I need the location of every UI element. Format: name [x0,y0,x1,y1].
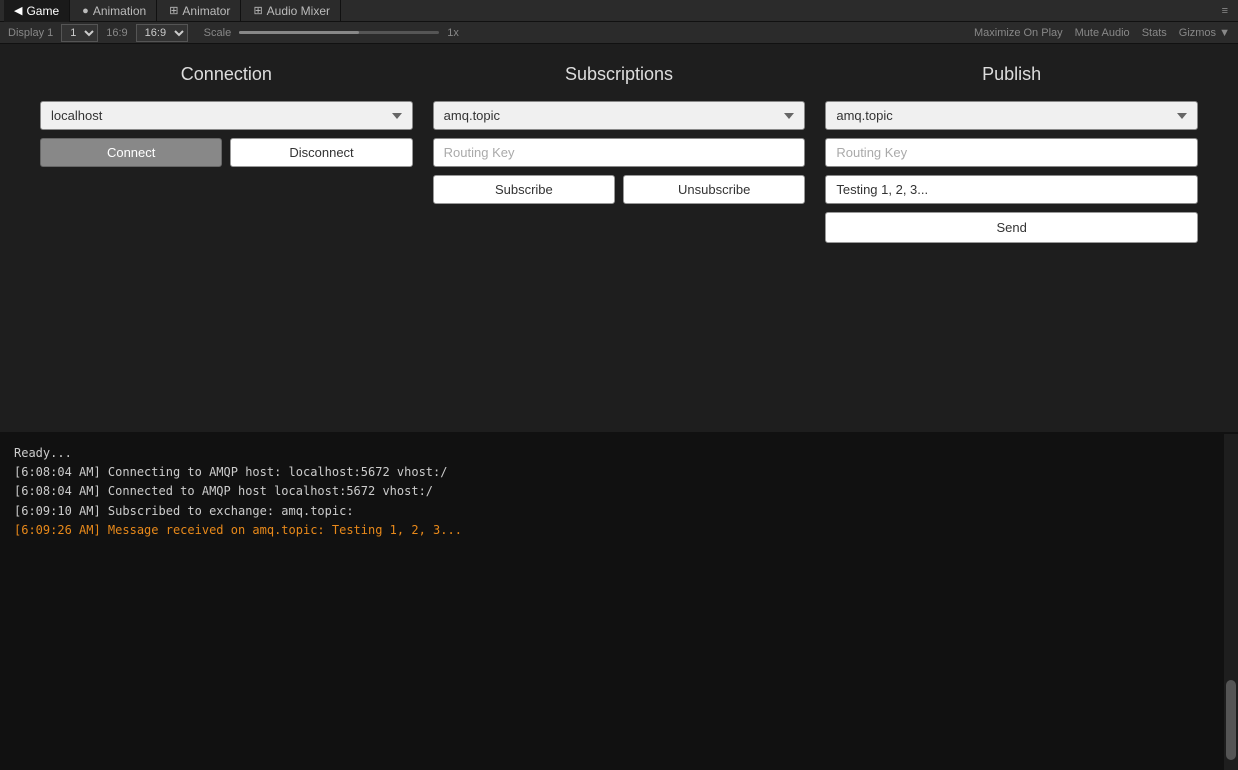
subscriptions-panel: Subscriptions amq.topic Subscribe Unsubs… [433,64,806,243]
log-line: [6:09:26 AM] Message received on amq.top… [14,521,1210,540]
connection-host-select[interactable]: localhost [40,101,413,130]
log-line: [6:08:04 AM] Connecting to AMQP host: lo… [14,463,1210,482]
log-line: Ready... [14,444,1210,463]
publish-exchange-select[interactable]: amq.topic [825,101,1198,130]
tab-audiomixer-label: Audio Mixer [267,4,330,18]
mute-audio-button[interactable]: Mute Audio [1075,27,1130,39]
scale-value: 1x [447,27,459,39]
scrollbar-thumb[interactable] [1226,680,1236,760]
tab-animator[interactable]: ⊞ Animator [159,0,241,22]
subscriptions-exchange-select[interactable]: amq.topic [433,101,806,130]
gizmos-button[interactable]: Gizmos ▼ [1179,27,1230,39]
tab-animation-label: Animation [93,4,146,18]
send-button[interactable]: Send [825,212,1198,243]
tab-animator-label: Animator [182,4,230,18]
subscriptions-routing-key-input[interactable] [433,138,806,167]
scale-bar[interactable] [239,31,439,34]
tab-game-label: Game [26,4,59,18]
log-area: Ready...[6:08:04 AM] Connecting to AMQP … [0,434,1224,770]
tab-game[interactable]: ◀ Game [4,0,70,22]
connection-panel: Connection localhost Connect Disconnect [40,64,413,243]
log-line: [6:08:04 AM] Connected to AMQP host loca… [14,482,1210,501]
connection-title: Connection [181,64,272,85]
unsubscribe-button[interactable]: Unsubscribe [623,175,805,204]
menu-icon[interactable]: ≡ [1222,5,1228,17]
bottom-panel: Ready...[6:08:04 AM] Connecting to AMQP … [0,434,1238,770]
ratio-select[interactable]: 16:9 [136,24,188,42]
subscriptions-title: Subscriptions [565,64,673,85]
disconnect-button[interactable]: Disconnect [230,138,412,167]
maximize-on-play-button[interactable]: Maximize On Play [974,27,1063,39]
subscribe-button[interactable]: Subscribe [433,175,615,204]
scrollbar-track[interactable] [1224,434,1238,770]
subscriptions-button-row: Subscribe Unsubscribe [433,175,806,204]
publish-panel: Publish amq.topic Send [825,64,1198,243]
connect-button[interactable]: Connect [40,138,222,167]
tab-bar-right: ≡ [1222,5,1234,17]
panels-row: Connection localhost Connect Disconnect … [0,44,1238,263]
connection-button-row: Connect Disconnect [40,138,413,167]
publish-message-input[interactable] [825,175,1198,204]
stats-button[interactable]: Stats [1142,27,1167,39]
tab-animation[interactable]: ● Animation [72,0,157,22]
top-panel: Connection localhost Connect Disconnect … [0,44,1238,434]
ratio-label: 16:9 [106,27,127,39]
publish-inner: amq.topic Send [825,101,1198,243]
display-select[interactable]: 1 [61,24,98,42]
tab-bar: ◀ Game ● Animation ⊞ Animator ⊞ Audio Mi… [0,0,1238,22]
animation-icon: ● [82,5,89,17]
connection-inner: localhost Connect Disconnect [40,101,413,167]
audiomixer-icon: ⊞ [253,4,262,17]
game-icon: ◀ [14,4,22,17]
subscriptions-inner: amq.topic Subscribe Unsubscribe [433,101,806,204]
second-bar: Display 1 1 16:9 16:9 Scale 1x Maximize … [0,22,1238,44]
scale-fill [239,31,359,34]
log-line: [6:09:10 AM] Subscribed to exchange: amq… [14,502,1210,521]
tab-audiomixer[interactable]: ⊞ Audio Mixer [243,0,341,22]
display-label: Display 1 [8,27,53,39]
scale-label: Scale [204,27,232,39]
main-area: Connection localhost Connect Disconnect … [0,44,1238,770]
second-bar-right: Maximize On Play Mute Audio Stats Gizmos… [974,27,1230,39]
tab-bar-left: ◀ Game ● Animation ⊞ Animator ⊞ Audio Mi… [4,0,341,22]
publish-title: Publish [982,64,1041,85]
animator-icon: ⊞ [169,4,178,17]
publish-routing-key-input[interactable] [825,138,1198,167]
